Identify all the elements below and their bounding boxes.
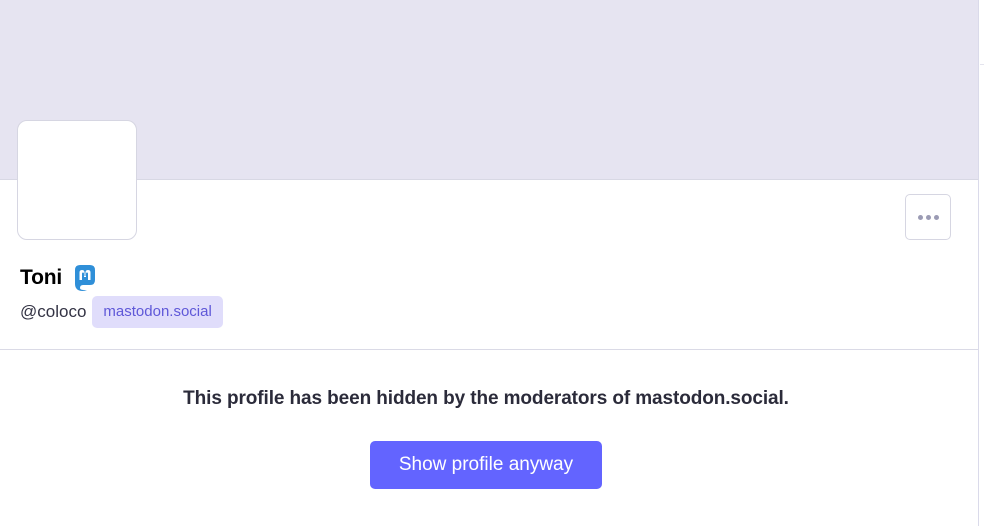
sidebar-divider <box>980 64 984 65</box>
profile-header-image <box>0 0 978 180</box>
mastodon-logo-icon <box>70 263 100 293</box>
ellipsis-icon <box>917 214 939 220</box>
show-profile-button[interactable]: Show profile anyway <box>370 441 602 489</box>
more-options-button[interactable] <box>905 194 951 240</box>
handle-row: @coloco mastodon.social <box>20 296 223 328</box>
profile-column: Toni @coloco mastodon.social This profil… <box>0 0 979 526</box>
profile-page: Toni @coloco mastodon.social This profil… <box>0 0 984 526</box>
moderation-notice: This profile has been hidden by the mode… <box>183 388 789 409</box>
section-divider <box>0 349 978 350</box>
domain-pill[interactable]: mastodon.social <box>92 296 223 328</box>
avatar[interactable] <box>17 120 137 240</box>
display-name: Toni <box>20 266 62 289</box>
display-name-row: Toni <box>20 263 100 293</box>
account-handle: @coloco <box>20 302 87 321</box>
